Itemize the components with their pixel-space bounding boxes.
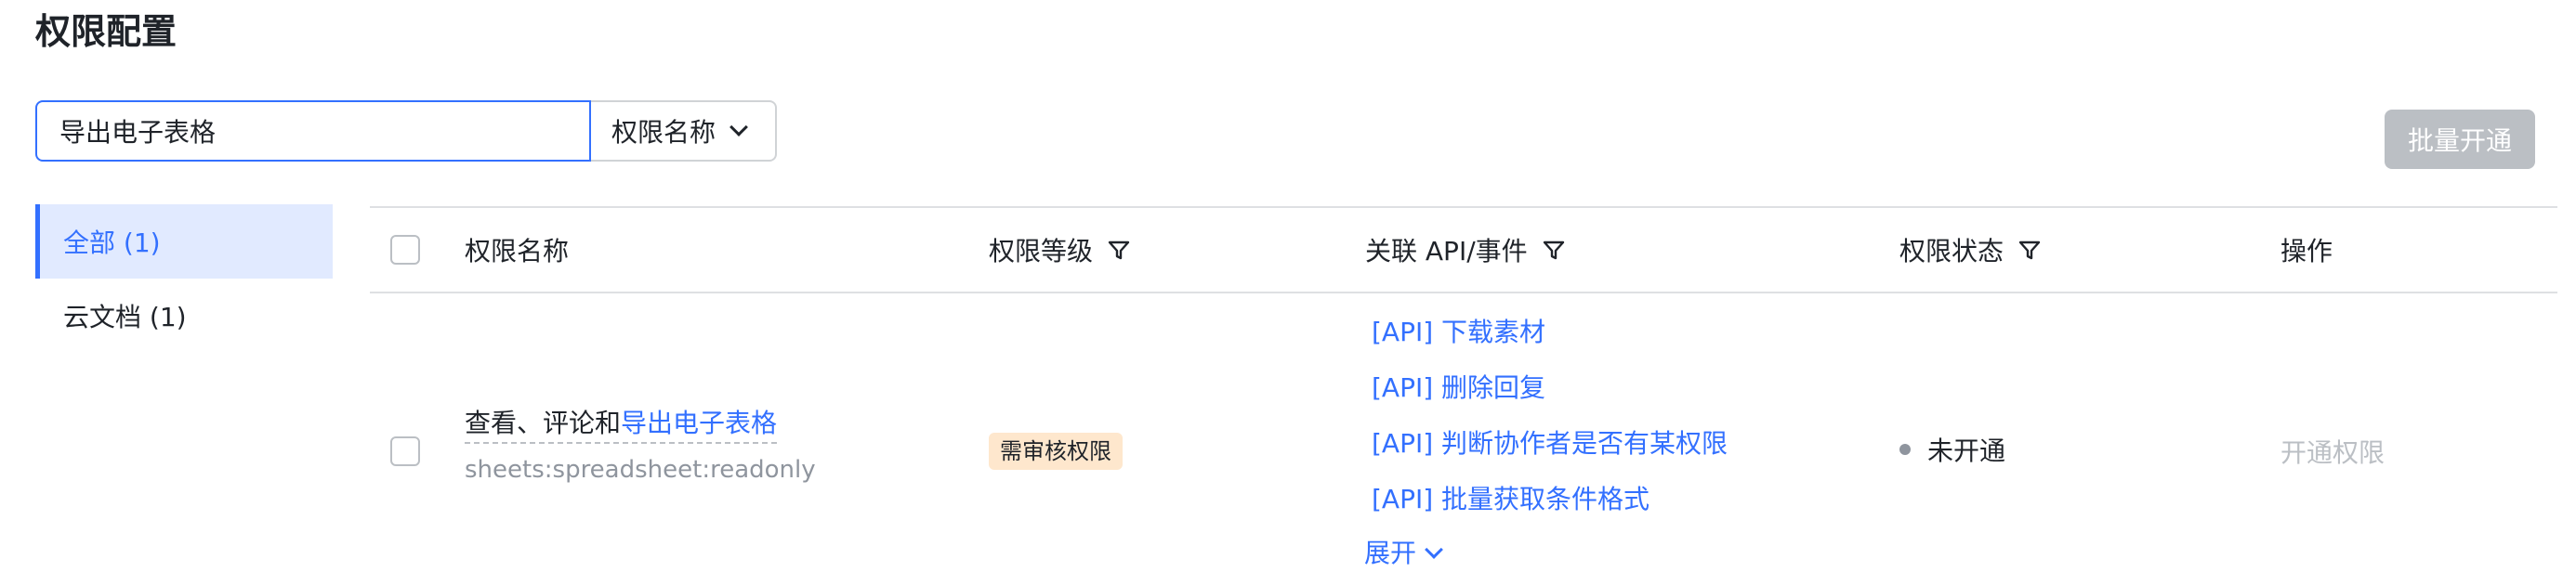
category-sidebar: 全部 (1) 云文档 (1)	[35, 204, 333, 353]
chevron-down-icon	[1425, 540, 1443, 559]
status-label: 未开通	[1927, 436, 2006, 466]
api-list-cell: [API] 下载素材 [API] 删除回复 [API] 判断协作者是否有某权限 …	[1364, 305, 1728, 572]
row-checkbox[interactable]	[390, 436, 420, 466]
sidebar-item-all[interactable]: 全部 (1)	[35, 204, 333, 279]
action-cell: 开通权限	[2280, 433, 2385, 470]
api-link[interactable]: [API] 删除回复	[1372, 360, 1728, 416]
permission-name-cell: 查看、评论和导出电子表格 sheets:spreadsheet:readonly	[465, 405, 816, 488]
batch-enable-button[interactable]: 批量开通	[2385, 110, 2535, 169]
enable-permission-link[interactable]: 开通权限	[2280, 437, 2385, 468]
level-badge: 需审核权限	[989, 433, 1123, 470]
api-link[interactable]: [API] 判断协作者是否有某权限	[1372, 416, 1728, 472]
search-field-select[interactable]: 权限名称	[591, 100, 777, 162]
table-header: 权限名称 权限等级 关联 API/事件 权限状态 操作	[370, 206, 2557, 293]
column-header-action: 操作	[2280, 208, 2333, 292]
filter-icon[interactable]	[1541, 237, 1567, 263]
permission-name: 查看、评论和导出电子表格	[465, 405, 778, 444]
chevron-down-icon	[729, 118, 748, 136]
search-input[interactable]	[35, 100, 591, 162]
expand-label: 展开	[1364, 538, 1417, 568]
search-field-select-label: 权限名称	[611, 117, 716, 148]
search-bar: 权限名称	[35, 100, 777, 162]
status-indicator: 未开通	[1899, 431, 2005, 468]
permission-level-cell: 需审核权限	[989, 433, 1123, 470]
sidebar-item-cloud-docs[interactable]: 云文档 (1)	[35, 279, 333, 353]
api-link[interactable]: [API] 下载素材	[1372, 305, 1728, 360]
page-title: 权限配置	[35, 11, 177, 52]
select-all-checkbox[interactable]	[390, 235, 420, 265]
sidebar-item-label: 云文档 (1)	[63, 302, 187, 332]
filter-icon[interactable]	[1106, 237, 1132, 263]
permission-name-link[interactable]: 导出电子表格	[621, 408, 777, 438]
table-row: 查看、评论和导出电子表格 sheets:spreadsheet:readonly…	[370, 293, 2557, 572]
column-header-name: 权限名称	[465, 208, 569, 292]
permissions-table: 权限名称 权限等级 关联 API/事件 权限状态 操作 查看、评论和导出电子表格…	[370, 206, 2557, 572]
column-header-label: 关联 API/事件	[1365, 236, 1528, 266]
filter-icon[interactable]	[2017, 237, 2043, 263]
column-header-api: 关联 API/事件	[1365, 208, 1567, 292]
expand-link[interactable]: 展开	[1364, 535, 1728, 572]
header-select-all	[390, 208, 420, 292]
permission-name-prefix: 查看、评论和	[465, 408, 622, 438]
api-link[interactable]: [API] 批量获取条件格式	[1372, 472, 1728, 527]
column-header-level: 权限等级	[989, 208, 1132, 292]
permission-code: sheets:spreadsheet:readonly	[465, 456, 816, 484]
status-dot-icon	[1899, 444, 1911, 455]
status-cell: 未开通	[1899, 431, 2005, 468]
column-header-status: 权限状态	[1899, 208, 2043, 292]
column-header-label: 操作	[2280, 236, 2333, 266]
column-header-label: 权限名称	[465, 236, 570, 266]
column-header-label: 权限等级	[989, 236, 1094, 266]
sidebar-item-label: 全部 (1)	[63, 228, 161, 258]
column-header-label: 权限状态	[1899, 236, 2004, 266]
